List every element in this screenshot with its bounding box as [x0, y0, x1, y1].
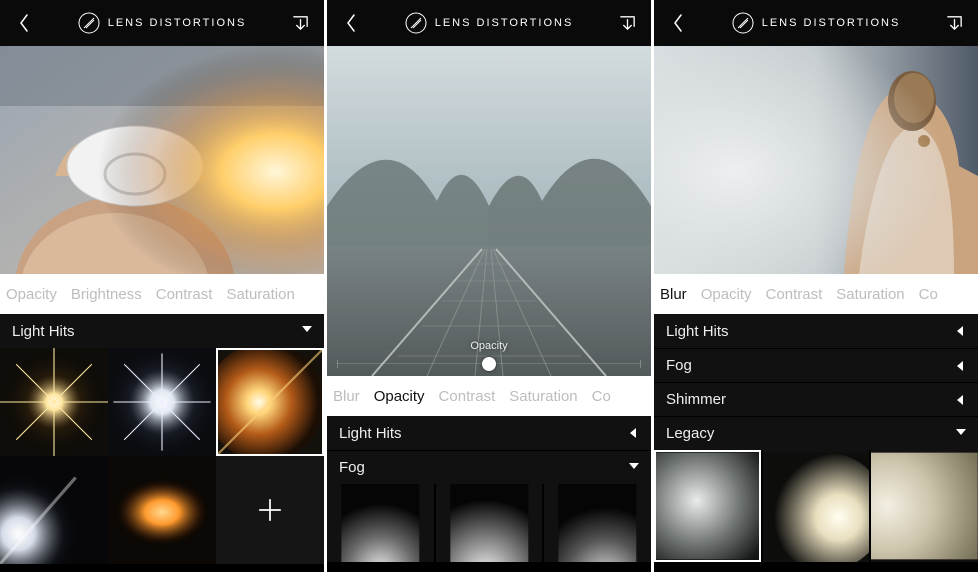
- chevron-left-icon: [629, 428, 639, 438]
- chevron-left-icon: [956, 395, 966, 405]
- effect-thumb[interactable]: [869, 450, 978, 562]
- effect-thumb[interactable]: [654, 450, 761, 562]
- effect-thumbs: [327, 484, 651, 562]
- category-list: Light Hits Fog: [327, 416, 651, 484]
- photo-preview[interactable]: Opacity: [327, 46, 651, 376]
- tab-contrast[interactable]: Contrast: [156, 286, 213, 303]
- app-brand: LENS DISTORTIONS: [654, 12, 978, 34]
- screen-3: LENS DISTORTIONS Blur Opacity: [654, 0, 978, 572]
- effect-thumbs: [0, 348, 324, 572]
- back-button[interactable]: [337, 9, 365, 37]
- chevron-down-icon: [956, 429, 966, 439]
- category-fog[interactable]: Fog: [654, 348, 978, 382]
- tab-color[interactable]: Co: [592, 388, 611, 405]
- category-list: Light Hits: [0, 314, 324, 348]
- header: LENS DISTORTIONS: [654, 0, 978, 46]
- tab-opacity[interactable]: Opacity: [701, 286, 752, 303]
- category-light-hits[interactable]: Light Hits: [654, 314, 978, 348]
- effect-thumb[interactable]: [761, 450, 870, 562]
- effect-thumb[interactable]: [327, 484, 434, 562]
- category-legacy[interactable]: Legacy: [654, 416, 978, 450]
- chevron-down-icon: [629, 463, 639, 473]
- tab-opacity[interactable]: Opacity: [6, 286, 57, 303]
- tab-saturation[interactable]: Saturation: [226, 286, 294, 303]
- slider-label: Opacity: [470, 340, 507, 352]
- effect-thumb[interactable]: [434, 484, 543, 562]
- photo-preview[interactable]: [654, 46, 978, 274]
- back-button[interactable]: [664, 9, 692, 37]
- header: LENS DISTORTIONS: [327, 0, 651, 46]
- add-effect-button[interactable]: [216, 456, 324, 564]
- app-title: LENS DISTORTIONS: [108, 17, 247, 29]
- category-fog[interactable]: Fog: [327, 450, 651, 484]
- effect-thumb[interactable]: [108, 456, 216, 564]
- tab-opacity[interactable]: Opacity: [374, 388, 425, 405]
- effect-thumb[interactable]: [0, 348, 108, 456]
- category-light-hits[interactable]: Light Hits: [327, 416, 651, 450]
- adjust-tabs: Blur Opacity Contrast Saturation Co: [654, 274, 978, 314]
- category-label: Fog: [339, 459, 365, 476]
- category-label: Legacy: [666, 425, 714, 442]
- category-shimmer[interactable]: Shimmer: [654, 382, 978, 416]
- tab-blur[interactable]: Blur: [333, 388, 360, 405]
- tab-blur[interactable]: Blur: [660, 286, 687, 303]
- category-label: Light Hits: [666, 323, 729, 340]
- save-button[interactable]: [613, 9, 641, 37]
- opacity-slider[interactable]: Opacity: [327, 340, 651, 371]
- slider-handle[interactable]: [482, 357, 496, 371]
- app-logo-icon: [405, 12, 427, 34]
- header: LENS DISTORTIONS: [0, 0, 324, 46]
- category-label: Light Hits: [339, 425, 402, 442]
- chevron-down-icon: [302, 326, 312, 336]
- save-button[interactable]: [940, 9, 968, 37]
- app-logo-icon: [732, 12, 754, 34]
- tab-contrast[interactable]: Contrast: [439, 388, 496, 405]
- tab-color[interactable]: Co: [919, 286, 938, 303]
- app-brand: LENS DISTORTIONS: [327, 12, 651, 34]
- effect-thumb[interactable]: [542, 484, 651, 562]
- adjust-tabs: Opacity Brightness Contrast Saturation: [0, 274, 324, 314]
- back-button[interactable]: [10, 9, 38, 37]
- photo-preview[interactable]: [0, 46, 324, 274]
- effect-thumb[interactable]: [108, 348, 216, 456]
- chevron-left-icon: [956, 361, 966, 371]
- category-label: Fog: [666, 357, 692, 374]
- app-title: LENS DISTORTIONS: [762, 17, 901, 29]
- tab-saturation[interactable]: Saturation: [509, 388, 577, 405]
- app-logo-icon: [78, 12, 100, 34]
- tab-brightness[interactable]: Brightness: [71, 286, 142, 303]
- category-light-hits[interactable]: Light Hits: [0, 314, 324, 348]
- effect-thumb[interactable]: [216, 348, 324, 456]
- app-title: LENS DISTORTIONS: [435, 17, 574, 29]
- chevron-left-icon: [956, 326, 966, 336]
- adjust-tabs: Blur Opacity Contrast Saturation Co: [327, 376, 651, 416]
- effect-thumbs: [654, 450, 978, 562]
- screen-1: LENS DISTORTIONS: [0, 0, 324, 572]
- category-list: Light Hits Fog Shimmer Legacy: [654, 314, 978, 450]
- save-button[interactable]: [286, 9, 314, 37]
- app-brand: LENS DISTORTIONS: [0, 12, 324, 34]
- tab-saturation[interactable]: Saturation: [836, 286, 904, 303]
- tab-contrast[interactable]: Contrast: [766, 286, 823, 303]
- screen-2: LENS DISTORTIONS: [327, 0, 651, 572]
- effect-thumb[interactable]: [0, 456, 108, 564]
- category-label: Light Hits: [12, 323, 75, 340]
- category-label: Shimmer: [666, 391, 726, 408]
